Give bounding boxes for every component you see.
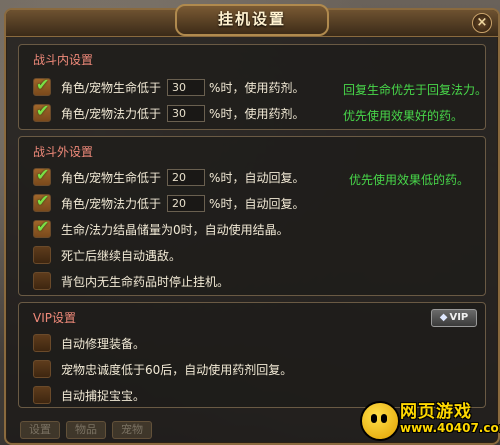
out-battle-mp-checkbox[interactable]: ✔ — [33, 191, 51, 212]
diamond-icon: ◆ — [439, 312, 448, 323]
section-title-vip: VIP设置 — [33, 311, 76, 325]
stop-no-potion-checkbox[interactable] — [33, 272, 51, 290]
continue-after-death-row: 死亡后继续自动遇敌。 — [33, 245, 181, 265]
bg-tab-settings: 设置 — [20, 421, 60, 439]
auto-crystal-label: 生命/法力结晶储量为0时，自动使用结晶。 — [61, 222, 289, 237]
in-battle-hp-checkbox[interactable]: ✔ — [33, 75, 51, 96]
in-battle-mp-checkbox[interactable]: ✔ — [33, 101, 51, 122]
vip-settings-group: VIP设置 ◆ VIP 自动修理装备。 宠物忠诚度低于60后，自动使用药剂回复。 … — [18, 302, 486, 408]
out-battle-hp-threshold-input[interactable] — [167, 168, 206, 186]
in-battle-mp-hint: 优先使用效果好的药。 — [343, 109, 464, 123]
in-battle-hp-suffix: %时，使用药剂。 — [209, 80, 305, 95]
out-battle-hp-suffix: %时，自动回复。 — [209, 170, 305, 185]
auto-battle-settings-dialog: 挂机设置 × 战斗内设置 ✔ 角色/宠物生命低于 %时，使用药剂。 回复生命优先… — [4, 4, 500, 445]
background-tab-strip: 设置 物品 宠物 — [20, 421, 152, 439]
auto-crystal-checkbox[interactable]: ✔ — [33, 217, 51, 238]
watermark-brand: 网页游戏 — [400, 402, 472, 422]
vip-badge: ◆ VIP — [431, 309, 477, 327]
auto-capture-label: 自动捕捉宝宝。 — [61, 388, 146, 403]
out-battle-hp-label: 角色/宠物生命低于 — [61, 170, 162, 185]
dialog-title: 挂机设置 — [175, 4, 329, 36]
auto-capture-checkbox[interactable] — [33, 386, 51, 404]
vip-badge-label: VIP — [449, 312, 469, 323]
in-battle-mp-threshold-input[interactable] — [167, 104, 206, 122]
pet-loyalty-row: 宠物忠诚度低于60后，自动使用药剂回复。 — [33, 359, 292, 379]
check-icon: ✔ — [36, 101, 50, 120]
site-watermark: 网页游戏 www.40407.com — [360, 395, 500, 441]
check-icon: ✔ — [36, 75, 50, 94]
out-battle-hp-row: ✔ 角色/宠物生命低于 %时，自动回复。 — [33, 165, 305, 187]
in-battle-hp-label: 角色/宠物生命低于 — [61, 80, 162, 95]
out-battle-mp-threshold-input[interactable] — [167, 194, 206, 212]
auto-repair-label: 自动修理装备。 — [61, 336, 146, 351]
mascot-logo-icon — [360, 401, 400, 441]
check-icon: ✔ — [36, 217, 50, 236]
in-battle-settings-group: 战斗内设置 ✔ 角色/宠物生命低于 %时，使用药剂。 回复生命优先于回复法力。 … — [18, 44, 488, 130]
bg-tab-items: 物品 — [66, 421, 106, 439]
auto-repair-row: 自动修理装备。 — [33, 333, 145, 353]
section-title-in-battle: 战斗内设置 — [33, 53, 94, 67]
in-battle-mp-row: ✔ 角色/宠物法力低于 %时，使用药剂。 — [33, 101, 305, 123]
continue-after-death-checkbox[interactable] — [33, 246, 51, 264]
title-bar: 挂机设置 × — [6, 4, 498, 37]
out-battle-mp-row: ✔ 角色/宠物法力低于 %时，自动回复。 — [33, 191, 305, 213]
out-battle-settings-group: 战斗外设置 ✔ 角色/宠物生命低于 %时，自动回复。 优先使用效果低的药。 ✔ … — [18, 136, 486, 296]
bg-tab-pets: 宠物 — [112, 421, 152, 439]
stop-no-potion-row: 背包内无生命药品时停止挂机。 — [33, 271, 229, 291]
out-battle-hp-hint: 优先使用效果低的药。 — [349, 173, 470, 187]
pet-loyalty-label: 宠物忠诚度低于60后，自动使用药剂回复。 — [61, 362, 293, 377]
pet-loyalty-checkbox[interactable] — [33, 360, 51, 378]
in-battle-mp-label: 角色/宠物法力低于 — [61, 106, 162, 121]
in-battle-hp-threshold-input[interactable] — [167, 78, 206, 96]
auto-capture-row: 自动捕捉宝宝。 — [33, 385, 145, 405]
check-icon: ✔ — [36, 191, 50, 210]
continue-after-death-label: 死亡后继续自动遇敌。 — [61, 248, 182, 263]
in-battle-mp-suffix: %时，使用药剂。 — [209, 106, 305, 121]
section-title-out-battle: 战斗外设置 — [33, 145, 94, 159]
close-button[interactable]: × — [472, 13, 492, 33]
out-battle-mp-label: 角色/宠物法力低于 — [61, 196, 162, 211]
out-battle-hp-checkbox[interactable]: ✔ — [33, 165, 51, 186]
stop-no-potion-label: 背包内无生命药品时停止挂机。 — [61, 274, 230, 289]
auto-repair-checkbox[interactable] — [33, 334, 51, 352]
in-battle-hp-row: ✔ 角色/宠物生命低于 %时，使用药剂。 — [33, 75, 305, 97]
watermark-url: www.40407.com — [400, 421, 500, 435]
auto-crystal-row: ✔ 生命/法力结晶储量为0时，自动使用结晶。 — [33, 217, 289, 239]
in-battle-hp-hint: 回复生命优先于回复法力。 — [343, 83, 488, 97]
out-battle-mp-suffix: %时，自动回复。 — [209, 196, 305, 211]
check-icon: ✔ — [36, 165, 50, 184]
